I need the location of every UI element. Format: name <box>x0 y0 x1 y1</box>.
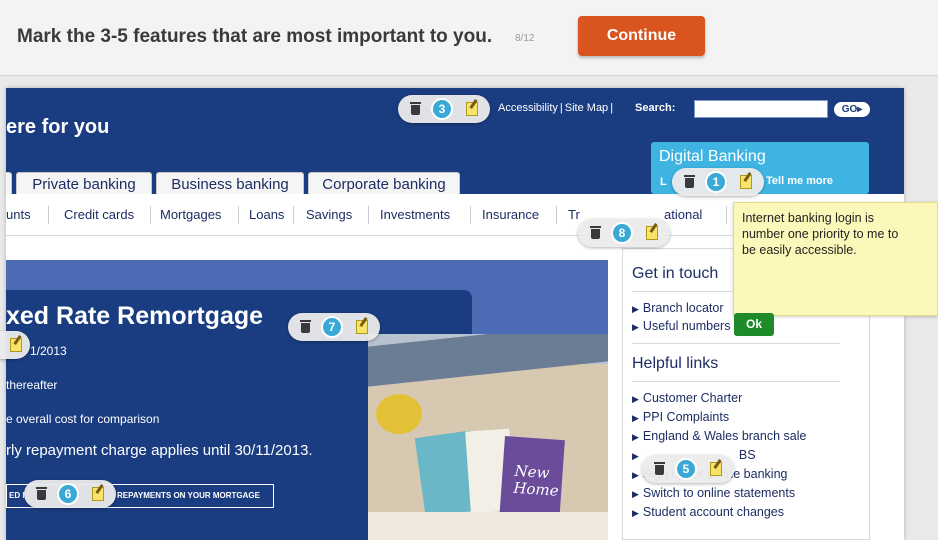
comment-ok-button[interactable]: Ok <box>734 313 774 336</box>
search-input[interactable] <box>694 100 828 118</box>
customer-charter-link[interactable]: ▶ Customer Charter <box>632 391 742 405</box>
trash-icon[interactable] <box>300 320 311 333</box>
subnav-insurance[interactable]: Insurance <box>482 207 539 222</box>
trash-icon[interactable] <box>654 462 665 475</box>
marker-number: 8 <box>611 222 633 244</box>
tab-corporate-banking[interactable]: Corporate banking <box>308 172 460 196</box>
tab-private-banking[interactable]: Private banking <box>16 172 152 196</box>
search-go-button[interactable]: GO▸ <box>834 102 870 117</box>
digital-banking-login-label[interactable]: L <box>660 176 667 188</box>
edit-note-icon[interactable] <box>356 320 368 334</box>
online-statements-link[interactable]: ▶ Switch to online statements <box>632 486 795 500</box>
student-account-link[interactable]: ▶ Student account changes <box>632 505 784 519</box>
site-map-link[interactable]: Site Map <box>565 102 608 114</box>
hero-cta-right: REPAYMENTS ON YOUR MORTGAGE <box>117 491 260 500</box>
feature-marker-8[interactable]: 8 <box>578 219 670 247</box>
hero-date: 1/2013 <box>30 344 67 358</box>
progress-counter: 8/12 <box>515 33 535 44</box>
comment-note[interactable]: Internet banking login is number one pri… <box>733 202 938 316</box>
trash-icon[interactable] <box>410 102 421 115</box>
search-label: Search: <box>635 102 676 114</box>
comment-text[interactable]: Internet banking login is number one pri… <box>742 210 898 258</box>
hero-cta-left: ED I <box>9 491 25 500</box>
flowers-image <box>376 394 422 434</box>
branch-sale-link[interactable]: ▶ England & Wales branch sale <box>632 429 806 443</box>
marker-number: 1 <box>705 171 727 193</box>
brand-tagline: ere for you <box>6 116 110 138</box>
hero-title: xed Rate Remortgage <box>6 302 264 330</box>
continue-button[interactable]: Continue <box>578 16 705 56</box>
ppi-complaints-link[interactable]: ▶ PPI Complaints <box>632 410 729 424</box>
useful-numbers-link[interactable]: ▶ Useful numbers <box>632 319 730 333</box>
utility-links: Accessibility | Site Map | <box>498 102 614 114</box>
trash-icon[interactable] <box>36 487 47 500</box>
get-in-touch-heading: Get in touch <box>632 265 719 282</box>
marker-number: 5 <box>675 458 697 480</box>
photo-card-text: New Home <box>512 461 560 500</box>
tell-me-more-link[interactable]: Tell me more <box>766 175 833 187</box>
marker-number: 6 <box>57 483 79 505</box>
subnav-accounts[interactable]: unts <box>6 207 31 222</box>
edit-note-icon[interactable] <box>710 462 722 476</box>
feature-marker-7[interactable]: 7 <box>288 313 380 341</box>
subnav-travel[interactable]: Tr <box>568 207 580 222</box>
feature-marker-5[interactable]: 5 <box>642 455 734 483</box>
subnav-savings[interactable]: Savings <box>306 207 352 222</box>
survey-prompt: Mark the 3-5 features that are most impo… <box>17 26 493 47</box>
marker-number: 3 <box>431 98 453 120</box>
feature-marker-1[interactable]: 1 <box>672 168 764 196</box>
subnav-loans[interactable]: Loans <box>249 207 284 222</box>
feature-marker-6[interactable]: 6 <box>24 480 116 508</box>
marker-number: 7 <box>321 316 343 338</box>
helpful-links-heading: Helpful links <box>632 355 719 372</box>
edit-note-icon[interactable] <box>466 102 478 116</box>
feature-marker-partial[interactable] <box>0 331 30 359</box>
hero-line-2: e overall cost for comparison <box>6 412 160 426</box>
survey-topbar: Mark the 3-5 features that are most impo… <box>0 0 938 76</box>
trash-icon[interactable] <box>590 226 601 239</box>
edit-note-icon[interactable] <box>10 338 22 352</box>
subnav-credit-cards[interactable]: Credit cards <box>64 207 134 222</box>
feature-marker-3[interactable]: 3 <box>398 95 490 123</box>
hero-line-3: rly repayment charge applies until 30/11… <box>6 442 313 459</box>
digital-banking-title: Digital Banking <box>659 148 766 165</box>
branch-locator-link[interactable]: ▶ Branch locator <box>632 301 724 315</box>
subnav-international[interactable]: ational <box>664 207 702 222</box>
tab-partial[interactable] <box>6 172 12 196</box>
tab-business-banking[interactable]: Business banking <box>156 172 304 196</box>
edit-note-icon[interactable] <box>646 226 658 240</box>
subnav-mortgages[interactable]: Mortgages <box>160 207 221 222</box>
edit-note-icon[interactable] <box>92 487 104 501</box>
subnav-investments[interactable]: Investments <box>380 207 450 222</box>
hero-line-1: thereafter <box>6 378 58 392</box>
trash-icon[interactable] <box>684 175 695 188</box>
edit-note-icon[interactable] <box>740 175 752 189</box>
hero-photo: New Home <box>368 334 608 540</box>
accessibility-link[interactable]: Accessibility <box>498 102 558 114</box>
